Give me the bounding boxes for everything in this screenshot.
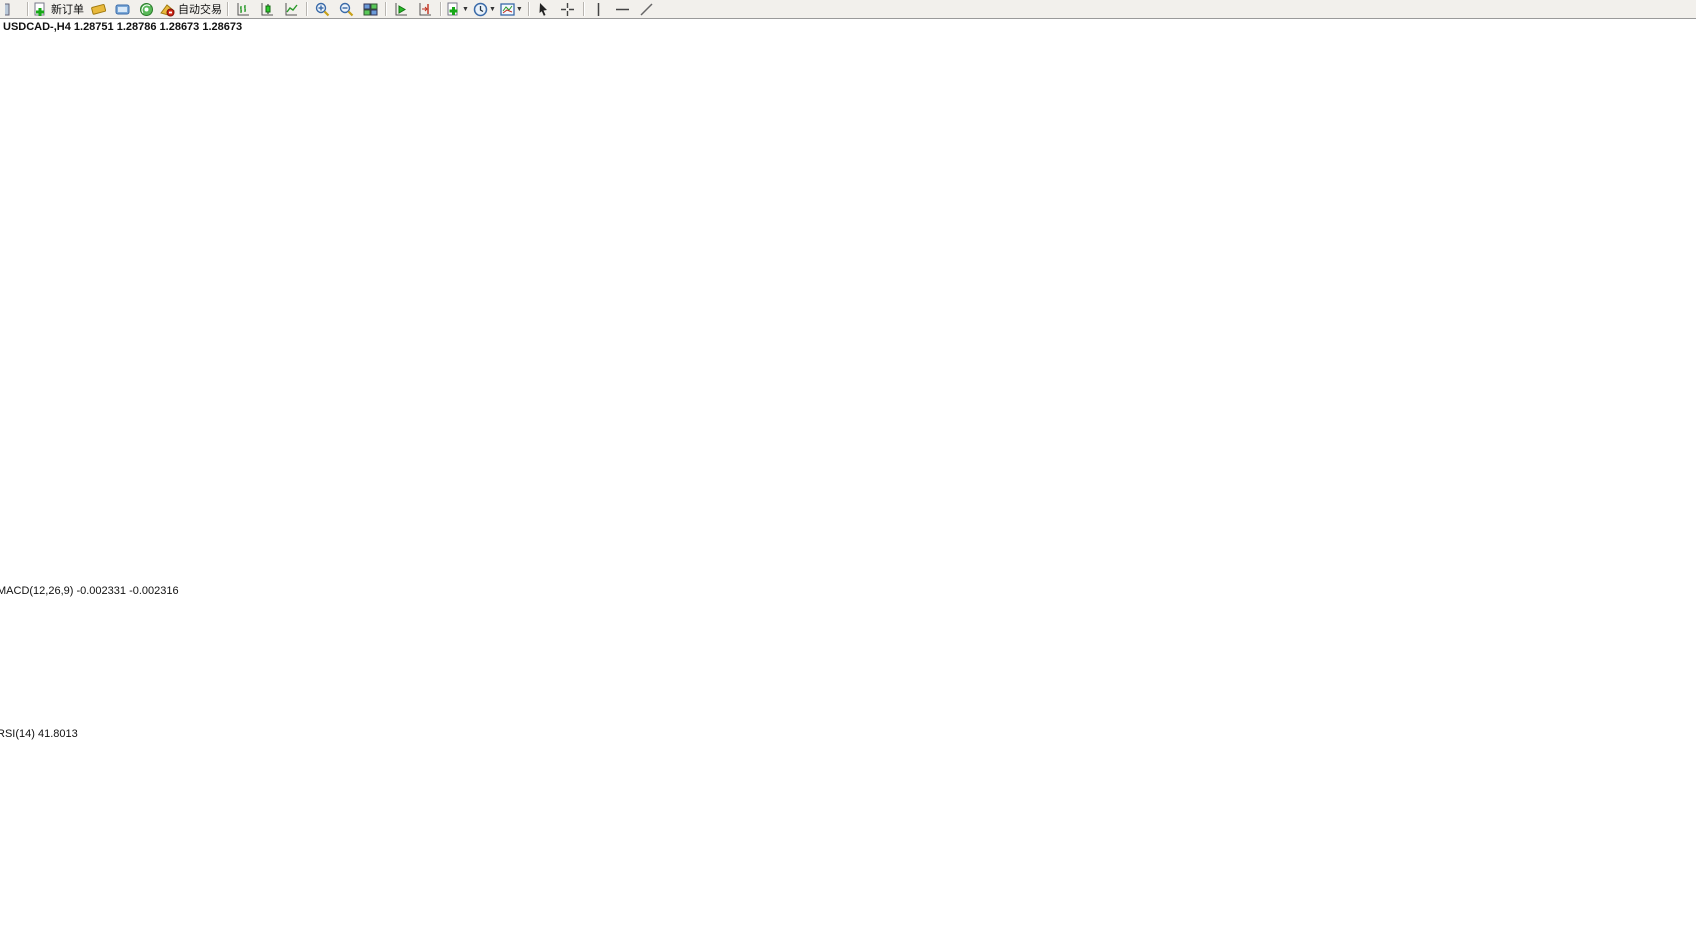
bar-chart-icon [236,2,251,17]
toolbar-horizontal-line-tool-button[interactable] [611,1,635,17]
templates-icon [500,2,515,17]
toolbar-new-order-label: 新订单 [51,1,84,17]
dropdown-caret-icon: ▼ [462,6,469,13]
toolbar-periods-list-button[interactable]: ▼ [471,1,498,17]
toolbar-line-chart-mode-button[interactable] [279,1,303,17]
toolbar-vertical-line-tool-button[interactable] [587,1,611,17]
toolbar-separator [440,2,441,16]
toolbar-terminal-button[interactable] [110,1,134,17]
toolbar-candlestick-mode-button[interactable] [255,1,279,17]
candle-chart-icon [260,2,275,17]
toolbar-separator [583,2,584,16]
toolbar-trendline-tool-button[interactable] [635,1,659,17]
zoom-in-icon [315,2,330,17]
toolbar-bar-chart-mode-button[interactable] [231,1,255,17]
zoom-out-icon [339,2,354,17]
cursor-icon [536,2,551,17]
toolbar-separator [227,2,228,16]
dropdown-caret-icon: ▼ [516,6,523,13]
toolbar-chart-shift-button[interactable] [413,1,437,17]
toolbar-crosshair-tool-button[interactable] [556,1,580,17]
macd-indicator-label: MACD(12,26,9) -0.002331 -0.002316 [0,585,179,597]
toolbar-signals-button[interactable] [134,1,158,17]
toolbar-new-order-button[interactable]: 新订单 [31,1,86,17]
new-order-icon [33,2,48,17]
toolbar-cursor-tool-button[interactable] [532,1,556,17]
toolbar-tile-windows-button[interactable] [358,1,382,17]
terminal-icon [115,2,130,17]
trendline-icon [639,2,654,17]
signals-icon [139,2,154,17]
chart-shift-icon [418,2,433,17]
toolbar-templates-button[interactable]: ▼ [498,1,525,17]
toolbar-auto-scroll-button[interactable] [389,1,413,17]
line-chart-icon [284,2,299,17]
toolbar-autotrading-button[interactable]: 自动交易 [158,1,224,17]
periods-icon [473,2,488,17]
toolbar-clipped-icon-button [0,1,24,17]
toolbar-separator [528,2,529,16]
chart-canvas[interactable] [0,0,1696,938]
toolbar-indicators-list-button[interactable]: ▼ [444,1,471,17]
metaeditor-icon [91,2,106,17]
chart-title: USDCAD-,H4 1.28751 1.28786 1.28673 1.286… [3,21,242,33]
toolbar-separator [385,2,386,16]
toolbar-zoom-out-button[interactable] [334,1,358,17]
tiles-icon [363,2,378,17]
crosshair-icon [560,2,575,17]
toolbar-separator [306,2,307,16]
indicators-icon [446,2,461,17]
toolbar-zoom-in-button[interactable] [310,1,334,17]
hline-icon [615,2,630,17]
auto-scroll-icon [394,2,409,17]
vline-icon [591,2,606,17]
toolbar: 新订单 自动交易 ▼ ▼ ▼ [0,0,1696,19]
toolbar-autotrading-label: 自动交易 [178,1,222,17]
rsi-indicator-label: RSI(14) 41.8013 [0,728,78,740]
autotrading-icon [160,2,175,17]
dropdown-caret-icon: ▼ [489,6,496,13]
toolbar-separator [27,2,28,16]
toolbar-metaeditor-button[interactable] [86,1,110,17]
toolbar-equidistant-channel-tool-button[interactable] [659,1,683,17]
fragment-icon [5,2,20,17]
